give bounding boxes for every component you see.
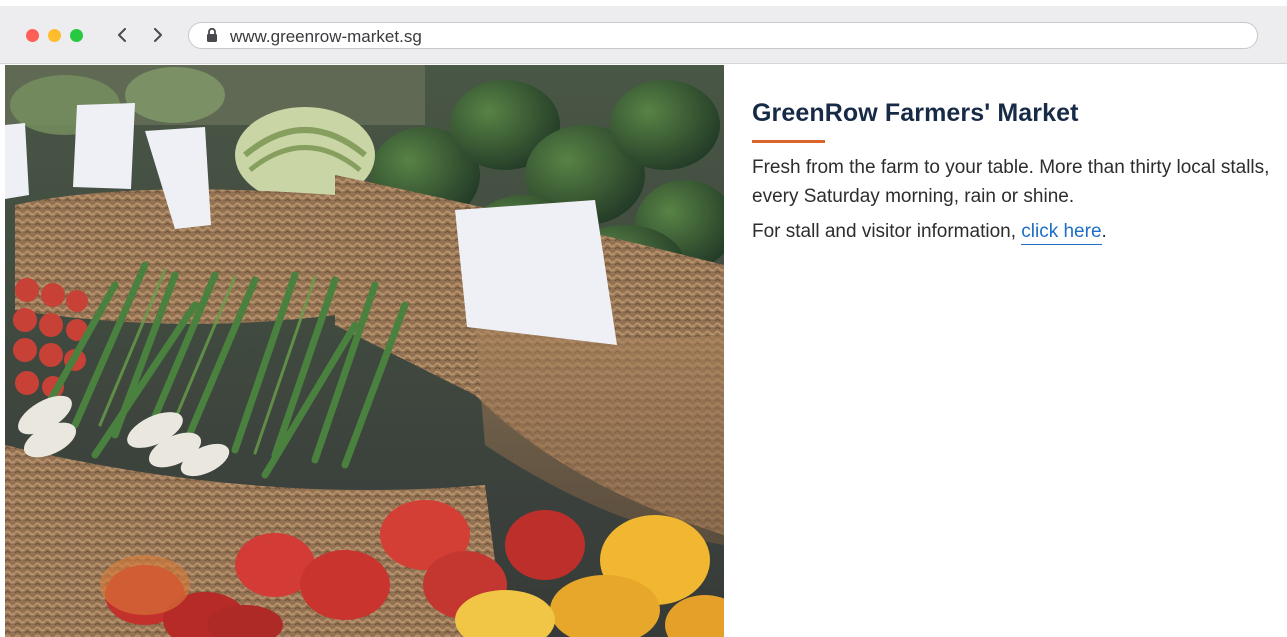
close-window-button[interactable]: [26, 29, 39, 42]
back-button[interactable]: [111, 23, 133, 47]
page-viewport: GreenRow Farmers' Market Fresh from the …: [0, 65, 1287, 637]
chevron-left-icon: [118, 28, 126, 42]
zoom-window-button[interactable]: [70, 29, 83, 42]
intro-section: GreenRow Farmers' Market Fresh from the …: [752, 99, 1272, 246]
browser-toolbar: www.greenrow-market.sg: [0, 0, 1287, 64]
address-bar[interactable]: www.greenrow-market.sg: [188, 22, 1258, 49]
url-text[interactable]: www.greenrow-market.sg: [230, 27, 422, 47]
info-prefix: For stall and visitor information,: [752, 221, 1022, 242]
info-suffix: .: [1101, 221, 1107, 242]
lock-icon: [207, 27, 217, 42]
page-title: GreenRow Farmers' Market: [752, 99, 1079, 127]
chevron-right-icon: [154, 28, 162, 42]
title-accent-rule: [752, 140, 825, 143]
minimize-window-button[interactable]: [48, 29, 61, 42]
hero-image: [5, 65, 724, 637]
forward-button[interactable]: [147, 23, 169, 47]
market-produce-photo: [5, 65, 724, 637]
info-paragraph: For stall and visitor information, click…: [752, 217, 1272, 246]
lead-paragraph: Fresh from the farm to your table. More …: [752, 157, 1270, 207]
click-here-link[interactable]: click here: [1021, 221, 1102, 245]
